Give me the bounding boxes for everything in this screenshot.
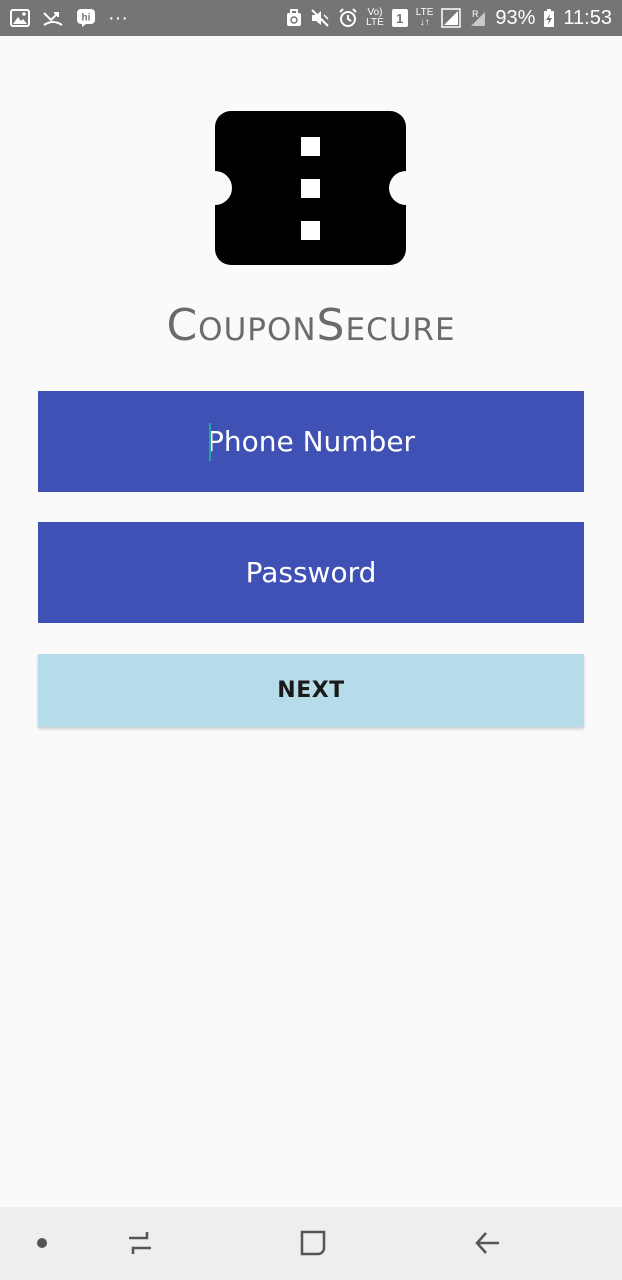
lte-icon: LTE ↓↑ (416, 8, 434, 28)
recent-apps-icon[interactable] (118, 1221, 162, 1265)
more-notifications-icon: ··· (108, 6, 128, 29)
home-icon[interactable] (291, 1221, 335, 1265)
svg-text:hi: hi (82, 13, 91, 24)
next-button[interactable]: NEXT (38, 654, 584, 727)
volte-icon: Vo) LTE (366, 8, 384, 28)
lte-arrows-icon: ↓↑ (419, 17, 430, 28)
status-bar: hi ··· Vo) LTE 1 LTE ↓↑ R 93% 11:53 (0, 0, 622, 36)
hike-icon: hi (76, 8, 96, 28)
coupon-ticket-icon (215, 111, 406, 265)
battery-charging-icon (543, 8, 555, 28)
volte-bottom-label: LTE (366, 17, 384, 28)
svg-text:R: R (472, 9, 479, 19)
mute-icon (310, 8, 330, 28)
back-icon[interactable] (466, 1221, 510, 1265)
password-input[interactable] (38, 522, 584, 623)
clock: 11:53 (563, 6, 612, 29)
signal-icon (441, 8, 462, 28)
status-right: Vo) LTE 1 LTE ↓↑ R 93% 11:53 (286, 7, 612, 30)
sim-1-icon: 1 (391, 9, 408, 27)
sim-slot-label: 1 (396, 10, 404, 26)
nav-dot-icon[interactable] (20, 1221, 64, 1265)
app-title: CouponSecure (166, 300, 456, 351)
navigation-bar (0, 1207, 622, 1280)
battery-percent: 93% (495, 6, 536, 29)
status-left: hi ··· (10, 7, 128, 30)
missed-call-icon (42, 9, 64, 27)
recycle-icon (286, 9, 302, 27)
login-screen: hi ··· Vo) LTE 1 LTE ↓↑ R 93% 11:53 Coup… (0, 0, 622, 1280)
phone-number-input[interactable] (38, 391, 584, 492)
alarm-icon (338, 8, 358, 28)
signal-roaming-icon: R (469, 8, 487, 28)
text-cursor (209, 423, 211, 461)
image-icon (10, 9, 30, 27)
